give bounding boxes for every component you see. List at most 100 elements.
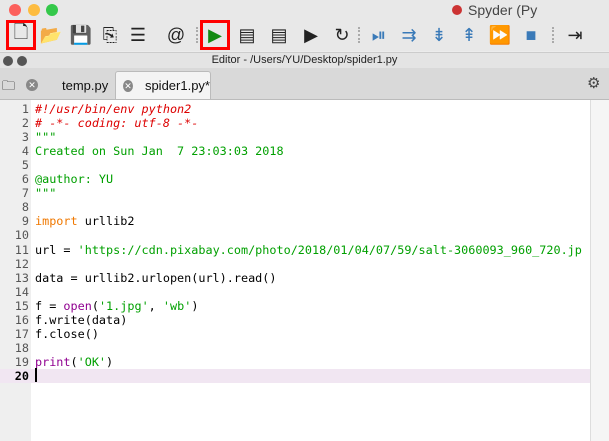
- vertical-scrollbar[interactable]: [590, 100, 609, 441]
- keyword-token: import: [35, 214, 78, 229]
- continue-button[interactable]: ⏩: [487, 22, 513, 48]
- plain-token: f.close(): [35, 326, 99, 341]
- debug-button[interactable]: ⏯: [366, 22, 392, 48]
- line-number: 19: [14, 354, 29, 369]
- toolbar: 🗋 📂 💾 ⎘ ☰ @ ▶ ▤ ▤ ▶ ↻ ⏯ ⇉ ⇟ ⇞ ⏩ ■ ⇥: [0, 19, 609, 51]
- plain-token: f.write(data): [35, 312, 128, 327]
- plain-token: data = urllib2.urlopen(url).read(): [35, 270, 277, 285]
- spyder-logo-icon: [452, 5, 462, 15]
- save-file-button[interactable]: 💾: [68, 22, 94, 48]
- code-text: data = urllib2.urlopen(url).read(): [35, 271, 276, 285]
- line-number: 4: [21, 144, 29, 159]
- file-list-icon: ☰: [129, 24, 147, 45]
- step-icon: ⇉: [401, 24, 417, 45]
- code-line: 13 data = urllib2.urlopen(url).read(): [0, 271, 590, 285]
- plain-token: (: [91, 298, 99, 313]
- close-tab-icon[interactable]: ✕: [123, 79, 133, 92]
- run-cell-advance-button[interactable]: ▤: [266, 22, 292, 48]
- string-token: @author: YU: [35, 172, 114, 187]
- code-line: 5: [0, 158, 590, 172]
- string-token: 'https://cdn.pixabay.com/photo/2018/01/0…: [77, 242, 582, 257]
- new-file-button[interactable]: 🗋: [6, 20, 36, 50]
- line-number: 18: [14, 340, 29, 355]
- code-text: """: [35, 130, 56, 144]
- rerun-button[interactable]: ↻: [329, 22, 355, 48]
- tab-label: temp.py: [62, 77, 109, 93]
- run-cell-icon: ▤: [238, 24, 256, 45]
- code-text: print('OK'): [35, 355, 113, 369]
- code-text: Created on Sun Jan 7 23:03:03 2018: [35, 144, 284, 158]
- line-number: 14: [14, 284, 29, 299]
- line-number: 13: [14, 270, 29, 285]
- plain-token: ,: [148, 298, 163, 313]
- symbol-finder-icon: @: [166, 24, 186, 45]
- code-line: 20: [0, 368, 590, 383]
- code-text: """: [35, 186, 56, 200]
- step-into-button[interactable]: ⇟: [426, 22, 452, 48]
- open-file-button[interactable]: 📂: [38, 22, 64, 48]
- plain-token: f =: [35, 298, 64, 313]
- code-line: 10: [0, 228, 590, 242]
- options-gear-icon[interactable]: ⚙: [587, 74, 600, 92]
- run-cell-button[interactable]: ▤: [234, 22, 260, 48]
- code-line: 8: [0, 200, 590, 214]
- code-line: 6 @author: YU: [0, 172, 590, 186]
- string-token: '1.jpg': [98, 298, 149, 313]
- stop-icon: ■: [525, 24, 537, 45]
- line-number: 12: [14, 256, 29, 271]
- maximize-pane-button[interactable]: ⇥: [562, 22, 588, 48]
- code-text: f = open('1.jpg', 'wb'): [35, 299, 198, 313]
- code-line: 14: [0, 285, 590, 299]
- zoom-window-button[interactable]: [46, 4, 58, 16]
- continue-icon: ⏩: [488, 24, 512, 45]
- stop-button[interactable]: ■: [518, 22, 544, 48]
- save-file-icon: 💾: [69, 24, 93, 45]
- code-editor[interactable]: 1 #!/usr/bin/env python2 2 # -*- coding: ut…: [0, 100, 609, 441]
- new-file-icon: 🗋: [13, 22, 29, 42]
- text-cursor: [35, 368, 37, 382]
- file-list-button[interactable]: ☰: [125, 22, 151, 48]
- line-number: 8: [21, 200, 29, 215]
- maximize-pane-icon: ⇥: [567, 24, 583, 45]
- close-window-button[interactable]: [9, 4, 21, 16]
- browse-tabs-icon[interactable]: 🗀: [2, 77, 15, 99]
- comment-token: # -*- coding: utf-8 -*-: [35, 116, 199, 131]
- window-title: Spyder (Py: [468, 2, 538, 18]
- line-number: 15: [14, 298, 29, 313]
- plain-token: (: [70, 354, 78, 369]
- code-line: 1 #!/usr/bin/env python2: [0, 102, 590, 116]
- string-token: 'wb': [162, 298, 192, 313]
- code-line: 2 # -*- coding: utf-8 -*-: [0, 116, 590, 130]
- code-line: 18: [0, 341, 590, 355]
- run-button[interactable]: ▶: [200, 20, 230, 50]
- open-file-icon: 📂: [39, 24, 63, 45]
- string-token: """: [35, 130, 57, 145]
- line-number: 16: [14, 312, 29, 327]
- tab-temp-py[interactable]: ✕ temp.py: [22, 71, 114, 99]
- step-return-icon: ⇞: [461, 24, 477, 45]
- line-number: 2: [21, 116, 29, 131]
- plain-token: ): [106, 354, 114, 369]
- save-all-button[interactable]: ⎘: [97, 22, 123, 48]
- string-token: Created on Sun Jan 7 23:03:03 2018: [35, 144, 284, 159]
- run-selection-button[interactable]: ▶: [298, 22, 324, 48]
- symbol-finder-button[interactable]: @: [163, 22, 189, 48]
- step-return-button[interactable]: ⇞: [456, 22, 482, 48]
- plain-token: ): [191, 298, 199, 313]
- line-number: 5: [21, 158, 29, 173]
- code-line: 15 f = open('1.jpg', 'wb'): [0, 299, 590, 313]
- code-text: url = 'https://cdn.pixabay.com/photo/201…: [35, 243, 582, 257]
- step-into-icon: ⇟: [431, 24, 447, 45]
- line-number: 11: [14, 242, 29, 257]
- string-token: """: [35, 186, 57, 201]
- rerun-icon: ↻: [334, 24, 350, 45]
- code-text: import urllib2: [35, 214, 134, 228]
- toolbar-separator: [196, 27, 198, 43]
- close-tab-icon[interactable]: ✕: [26, 79, 38, 91]
- code-line: 12: [0, 257, 590, 271]
- tab-spider1-py[interactable]: ✕ spider1.py*: [115, 71, 211, 99]
- step-button[interactable]: ⇉: [396, 22, 422, 48]
- minimize-window-button[interactable]: [28, 4, 40, 16]
- toolbar-separator: [358, 27, 360, 43]
- code-text: #!/usr/bin/env python2: [35, 102, 191, 116]
